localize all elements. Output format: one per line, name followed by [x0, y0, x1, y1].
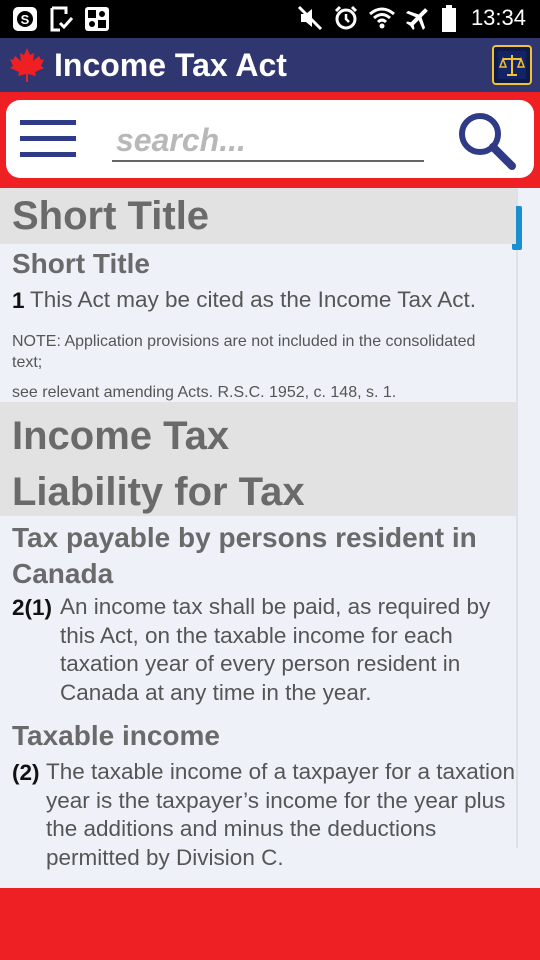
airplane-mode-icon [405, 5, 431, 31]
battery-icon [441, 5, 457, 32]
bottom-banner [0, 888, 540, 960]
search-band [0, 92, 540, 188]
search-card [6, 100, 534, 178]
dice-icon [84, 6, 110, 32]
hamburger-menu-icon[interactable] [20, 118, 76, 160]
section-text-3: The taxable income of a taxpayer for a t… [46, 759, 516, 870]
note-text: NOTE: Application provisions are not inc… [12, 333, 476, 371]
section-text-2: An income tax shall be paid, as required… [60, 594, 491, 705]
section-title-line-1: Income Tax [12, 414, 230, 458]
section-title: Short Title [0, 188, 516, 244]
content-divider [516, 188, 518, 848]
section-number-2: 2(1) [12, 595, 53, 620]
app-bar: Income Tax Act [0, 38, 540, 92]
alarm-icon [333, 5, 359, 31]
section-number: 1 [12, 288, 25, 313]
status-bar-left-icons: S [12, 6, 110, 32]
subheading: Short Title [12, 248, 150, 279]
status-bar: S 13:34 [0, 0, 540, 38]
subheading-2: Tax payable by persons resident in Canad… [12, 522, 477, 589]
status-bar-right-icons: 13:34 [297, 5, 526, 32]
download-check-icon [48, 6, 74, 32]
section-title-2: Income Tax Liability for Tax [0, 402, 516, 516]
subheading-3: Taxable income [12, 720, 221, 751]
act-content[interactable]: Short Title Short Title 1 This Act may b… [0, 188, 540, 888]
section-text: This Act may be cited as the Income Tax … [30, 287, 477, 312]
wifi-icon [368, 5, 395, 31]
app-title: Income Tax Act [54, 47, 287, 83]
magnifier-icon[interactable] [456, 110, 516, 170]
maple-leaf-icon [8, 46, 46, 84]
skype-icon: S [12, 6, 38, 32]
mute-icon [297, 5, 323, 31]
search-input[interactable] [112, 120, 424, 162]
section-title-line-2: Liability for Tax [12, 470, 305, 514]
status-time: 13:34 [470, 5, 526, 30]
section-number-3: (2) [12, 760, 40, 785]
scales-icon[interactable] [492, 45, 532, 85]
note-text-2: see relevant amending Acts. R.S.C. 1952,… [12, 384, 397, 401]
svg-text:S: S [21, 12, 30, 27]
